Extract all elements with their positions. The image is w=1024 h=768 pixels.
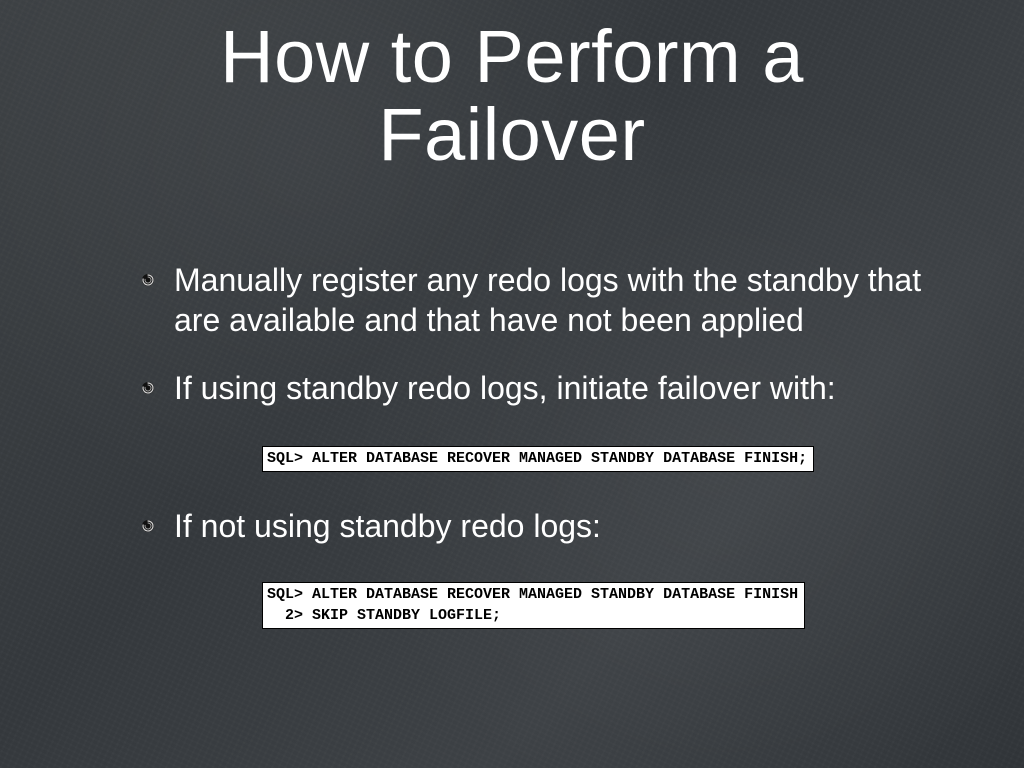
swirl-bullet-icon <box>140 272 156 288</box>
bullet-item: If not using standby redo logs: <box>140 506 964 546</box>
bullet-text: If using standby redo logs, initiate fai… <box>174 368 836 408</box>
bullet-text: If not using standby redo logs: <box>174 506 601 546</box>
sql-code-block: SQL> ALTER DATABASE RECOVER MANAGED STAN… <box>262 446 814 472</box>
title-line-2: Failover <box>378 93 645 176</box>
bullet-text: Manually register any redo logs with the… <box>174 260 964 340</box>
slide-title: How to Perform a Failover <box>0 0 1024 173</box>
swirl-bullet-icon <box>140 518 156 534</box>
bullet-item: If using standby redo logs, initiate fai… <box>140 368 964 408</box>
bullet-item: Manually register any redo logs with the… <box>140 260 964 340</box>
slide: How to Perform a Failover Manually regis… <box>0 0 1024 768</box>
slide-content: Manually register any redo logs with the… <box>140 260 964 629</box>
title-line-1: How to Perform a <box>220 15 804 98</box>
swirl-bullet-icon <box>140 380 156 396</box>
sql-code-block: SQL> ALTER DATABASE RECOVER MANAGED STAN… <box>262 582 805 629</box>
